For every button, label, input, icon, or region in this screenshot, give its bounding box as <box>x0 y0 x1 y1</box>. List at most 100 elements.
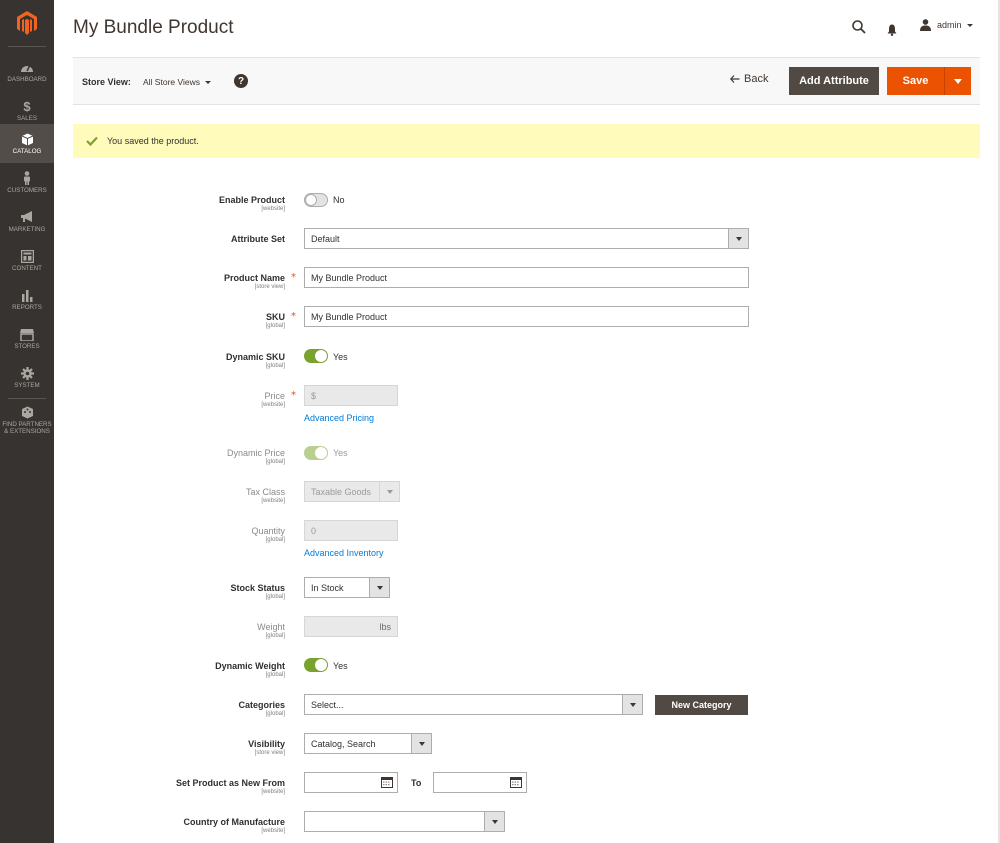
weight-input[interactable]: lbs <box>304 616 398 637</box>
new-from-date-input[interactable] <box>304 772 398 793</box>
weight-unit: lbs <box>379 621 391 632</box>
scope-text: [global] <box>265 633 285 639</box>
quantity-input[interactable]: 0 <box>304 520 398 541</box>
new-to-date-input[interactable] <box>433 772 527 793</box>
to-label: To <box>411 778 422 788</box>
store-view-label: Store View: <box>82 77 131 87</box>
product-name-input[interactable]: My Bundle Product <box>304 267 749 288</box>
stock-status-select[interactable]: In Stock <box>304 577 390 598</box>
save-split-button: Save <box>887 67 971 95</box>
tax-class-label: Tax Class [website] <box>246 487 285 504</box>
tax-class-value: Taxable Goods <box>311 486 372 497</box>
dynamic-price-value: Yes <box>333 448 348 458</box>
dynamic-sku-toggle[interactable] <box>304 349 328 363</box>
price-label: Price [website] <box>261 391 285 408</box>
notifications-bell-icon[interactable] <box>887 21 897 40</box>
attribute-set-select[interactable]: Default <box>304 228 749 249</box>
label-text: Country of Manufacture <box>183 817 285 827</box>
sidebar-item-customers[interactable]: Customers <box>0 163 54 202</box>
admin-username: admin <box>937 20 962 30</box>
calendar-icon[interactable] <box>381 776 393 790</box>
storefront-icon <box>20 327 34 341</box>
chevron-down-icon <box>369 578 389 597</box>
scope-text: [website] <box>261 789 285 795</box>
scope-text: [global] <box>265 459 285 465</box>
advanced-inventory-link[interactable]: Advanced Inventory <box>304 548 384 558</box>
stock-status-value: In Stock <box>311 582 344 593</box>
sidebar-item-dashboard[interactable]: Dashboard <box>0 52 54 91</box>
admin-user-menu[interactable]: admin <box>920 19 973 31</box>
sku-input[interactable]: My Bundle Product <box>304 306 749 327</box>
tax-class-select[interactable]: Taxable Goods <box>304 481 400 502</box>
back-button[interactable]: Back <box>730 73 768 85</box>
save-button[interactable]: Save <box>887 67 945 95</box>
scope-text: [global] <box>265 672 285 678</box>
chevron-down-icon <box>484 812 504 831</box>
calendar-icon[interactable] <box>510 776 522 790</box>
sidebar-item-content[interactable]: Content <box>0 241 54 280</box>
search-icon[interactable] <box>852 19 866 38</box>
chevron-down-icon <box>622 695 642 714</box>
enable-product-toggle[interactable] <box>304 193 328 207</box>
stock-status-label: Stock Status [global] <box>230 583 285 600</box>
layout-icon <box>20 249 34 263</box>
dynamic-sku-label: Dynamic SKU [global] <box>226 352 285 369</box>
scope-text: [store view] <box>254 284 285 290</box>
chevron-down-icon <box>966 23 973 27</box>
magento-logo[interactable] <box>0 0 54 46</box>
price-input[interactable]: $ <box>304 385 398 406</box>
label-text: Price <box>264 391 285 401</box>
scope-text: [global] <box>265 363 285 369</box>
dynamic-price-toggle[interactable] <box>304 446 328 460</box>
dollar-icon: $ <box>23 98 31 114</box>
sidebar-item-marketing[interactable]: Marketing <box>0 202 54 241</box>
label-text: Enable Product <box>218 195 285 205</box>
page-actions-toolbar: Store View: All Store Views ? Back Add A… <box>73 57 980 105</box>
label-text: Tax Class <box>245 487 285 497</box>
quantity-value: 0 <box>311 525 317 536</box>
dynamic-weight-value: Yes <box>333 661 348 671</box>
label-text: Categories <box>238 700 285 710</box>
visibility-select[interactable]: Catalog, Search <box>304 733 432 754</box>
label-text: Dynamic Price <box>226 448 285 458</box>
sidebar-item-find-partners[interactable]: Find Partners & Extensions <box>0 402 54 438</box>
toggle-knob <box>315 350 327 362</box>
scope-text: [website] <box>261 828 285 834</box>
sidebar-item-reports[interactable]: Reports <box>0 280 54 319</box>
success-message: You saved the product. <box>73 124 980 158</box>
chevron-down-icon <box>205 80 212 84</box>
sidebar-item-catalog[interactable]: Catalog <box>0 124 54 163</box>
box-icon <box>20 132 34 146</box>
store-view-switcher[interactable]: All Store Views <box>143 77 212 87</box>
chevron-down-icon <box>728 229 748 248</box>
dynamic-price-label: Dynamic Price [global] <box>227 448 285 465</box>
new-from-label: Set Product as New From [website] <box>176 778 285 795</box>
save-options-toggle[interactable] <box>945 67 971 95</box>
sidebar-item-stores[interactable]: Stores <box>0 319 54 358</box>
categories-select[interactable]: Select... <box>304 694 643 715</box>
visibility-value: Catalog, Search <box>311 738 376 749</box>
megaphone-icon <box>20 210 34 224</box>
chevron-down-icon <box>411 734 431 753</box>
checkmark-icon <box>86 136 98 146</box>
sidebar-item-system[interactable]: System <box>0 358 54 397</box>
scope-text: [website] <box>261 206 285 212</box>
scope-text: [store view] <box>254 750 285 756</box>
new-category-button[interactable]: New Category <box>655 695 748 715</box>
sku-label: SKU [global] <box>266 312 285 329</box>
extensions-icon <box>20 405 34 419</box>
product-name-value: My Bundle Product <box>311 272 388 283</box>
country-select[interactable] <box>304 811 505 832</box>
add-attribute-button[interactable]: Add Attribute <box>789 67 879 95</box>
dynamic-weight-toggle[interactable] <box>304 658 328 672</box>
store-view-value: All Store Views <box>143 77 201 87</box>
advanced-pricing-link[interactable]: Advanced Pricing <box>304 413 374 423</box>
label-text: Visibility <box>248 739 285 749</box>
dynamic-weight-label: Dynamic Weight [global] <box>215 661 285 678</box>
weight-label: Weight [global] <box>257 622 285 639</box>
help-icon[interactable]: ? <box>234 74 248 88</box>
success-message-text: You saved the product. <box>107 136 199 146</box>
scope-text: [global] <box>265 323 285 329</box>
arrow-left-icon <box>730 75 740 83</box>
sidebar: Dashboard $ Sales Catalog Customers Mark… <box>0 0 54 843</box>
